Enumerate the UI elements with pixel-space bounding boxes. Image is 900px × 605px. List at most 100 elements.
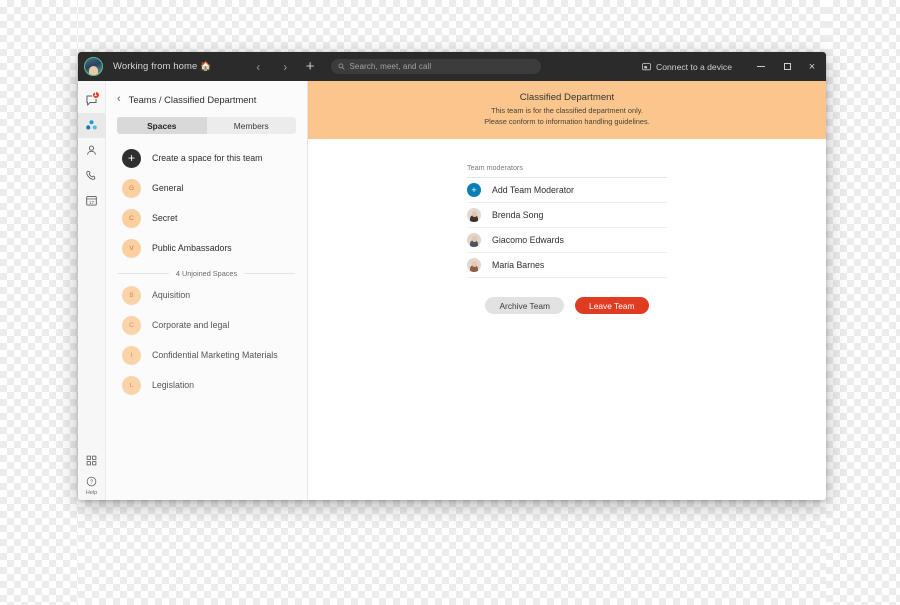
space-avatar: L — [122, 375, 141, 395]
presence-status-label: Working from home — [113, 61, 198, 72]
space-label: Confidential Marketing Materials — [152, 350, 278, 360]
leave-team-button[interactable]: Leave Team — [575, 297, 649, 315]
team-description-line-1: This team is for the classified departme… — [491, 106, 643, 115]
breadcrumb-back-icon[interactable]: ‹ — [117, 94, 121, 105]
checker-strip-right — [826, 0, 900, 605]
space-label: Corporate and legal — [152, 320, 230, 330]
nav-controls: ‹ › + — [252, 59, 315, 74]
avatar — [467, 208, 481, 223]
spaces-list: + Create a space for this team G General… — [106, 134, 307, 400]
search-input[interactable]: Search, meet, and call — [330, 59, 541, 74]
archive-team-button[interactable]: Archive Team — [485, 297, 565, 315]
phone-icon — [86, 170, 96, 180]
teams-icon — [86, 120, 97, 130]
spaces-sidebar: ‹ Teams / Classified Department Spaces M… — [106, 81, 308, 500]
space-avatar: V — [122, 238, 141, 258]
rail-item-calendar[interactable]: 17 — [78, 188, 106, 213]
space-label: Aquisition — [152, 290, 191, 300]
avatar — [467, 233, 481, 248]
sidebar-tabs: Spaces Members — [117, 117, 296, 134]
new-item-button[interactable]: + — [306, 59, 315, 74]
list-item[interactable]: V Public Ambassadors — [106, 233, 307, 263]
apps-grid-icon — [86, 455, 97, 466]
help-label: Help — [85, 490, 98, 496]
minimize-button[interactable] — [748, 52, 774, 81]
breadcrumb-label[interactable]: Teams / Classified Department — [129, 94, 257, 105]
list-item[interactable]: G General — [106, 173, 307, 203]
home-emoji-icon: 🏠 — [200, 61, 212, 71]
forward-button[interactable]: › — [279, 61, 292, 73]
search-icon — [338, 63, 345, 70]
space-label: Legislation — [152, 380, 195, 390]
team-detail-panel: Classified Department This team is for t… — [308, 81, 826, 500]
team-description-line-2: Please conform to information handling g… — [484, 116, 650, 126]
presence-status[interactable]: Working from home 🏠 — [113, 61, 212, 72]
minimize-icon — [757, 66, 765, 67]
rail-bottom-group: ? Help — [78, 448, 106, 500]
list-item[interactable]: C Secret — [106, 203, 307, 233]
device-screen-icon — [642, 62, 651, 70]
space-label: Secret — [152, 213, 178, 223]
connect-to-device-label: Connect to a device — [656, 61, 732, 72]
tab-spaces[interactable]: Spaces — [117, 117, 207, 134]
list-item[interactable]: Maria Barnes — [467, 253, 667, 279]
avatar — [467, 258, 481, 273]
team-actions: Archive Team Leave Team — [467, 297, 667, 315]
rail-item-teams[interactable] — [78, 113, 106, 138]
rail-item-help[interactable]: ? — [78, 473, 106, 489]
unjoined-count-label: 4 Unjoined Spaces — [175, 269, 238, 278]
checker-strip-bottom — [78, 500, 826, 605]
moderators-section-label: Team moderators — [467, 163, 667, 179]
list-item[interactable]: Brenda Song — [467, 203, 667, 229]
maximize-button[interactable] — [774, 52, 800, 81]
divider-line-left — [118, 273, 169, 274]
team-title: Classified Department — [519, 92, 615, 103]
list-item[interactable]: C Corporate and legal — [106, 310, 307, 340]
space-avatar: B — [122, 285, 141, 305]
svg-text:?: ? — [90, 479, 93, 485]
list-item[interactable]: L Legislation — [106, 370, 307, 400]
create-space-button[interactable]: + Create a space for this team — [106, 143, 307, 173]
team-banner: Classified Department This team is for t… — [308, 81, 826, 140]
title-bar: Working from home 🏠 ‹ › + Search, meet, a… — [78, 52, 826, 81]
create-space-label: Create a space for this team — [152, 153, 263, 163]
messages-badge: 1 — [91, 91, 100, 99]
connect-to-device-button[interactable]: Connect to a device — [642, 62, 732, 72]
moderator-name: Brenda Song — [492, 210, 544, 221]
list-item[interactable]: Giacomo Edwards — [467, 228, 667, 254]
list-item[interactable]: I Confidential Marketing Materials — [106, 340, 307, 370]
list-item[interactable]: B Aquisition — [106, 280, 307, 310]
breadcrumb: ‹ Teams / Classified Department — [106, 81, 307, 106]
moderators-section: Team moderators + Add Team Moderator Bre… — [467, 163, 667, 315]
unjoined-spaces-list: B Aquisition C Corporate and legal I Con… — [106, 280, 307, 400]
back-button[interactable]: ‹ — [252, 61, 265, 73]
titlebar-right: Connect to a device × — [642, 52, 826, 81]
moderator-name: Giacomo Edwards — [492, 235, 564, 246]
app-window: Working from home 🏠 ‹ › + Search, meet, a… — [78, 52, 826, 500]
space-avatar: C — [122, 208, 141, 228]
rail-item-apps[interactable] — [78, 448, 106, 473]
rail-item-calls[interactable] — [78, 163, 106, 188]
checker-strip-top — [78, 0, 826, 52]
contacts-icon — [87, 145, 96, 155]
space-label: Public Ambassadors — [152, 243, 232, 253]
plus-circle-icon: + — [467, 183, 481, 198]
svg-text:17: 17 — [89, 200, 95, 205]
add-team-moderator-label: Add Team Moderator — [492, 185, 574, 196]
tab-members[interactable]: Members — [206, 117, 296, 134]
space-label: General — [152, 183, 184, 193]
space-avatar: I — [122, 345, 141, 365]
plus-icon: + — [122, 148, 141, 168]
nav-rail: 1 17 ? Help — [78, 81, 106, 500]
checker-strip-left — [0, 0, 78, 605]
avatar[interactable] — [84, 57, 103, 76]
moderator-name: Maria Barnes — [492, 260, 545, 271]
rail-item-messages[interactable]: 1 — [78, 88, 106, 113]
app-body: 1 17 ? Help ‹ Teams / Classified Departm… — [78, 81, 826, 500]
space-avatar: G — [122, 178, 141, 198]
help-circle-icon: ? — [86, 476, 97, 486]
rail-item-contacts[interactable] — [78, 138, 106, 163]
add-team-moderator-button[interactable]: + Add Team Moderator — [467, 178, 667, 204]
close-button[interactable]: × — [800, 52, 826, 81]
divider-line-right — [244, 273, 296, 274]
